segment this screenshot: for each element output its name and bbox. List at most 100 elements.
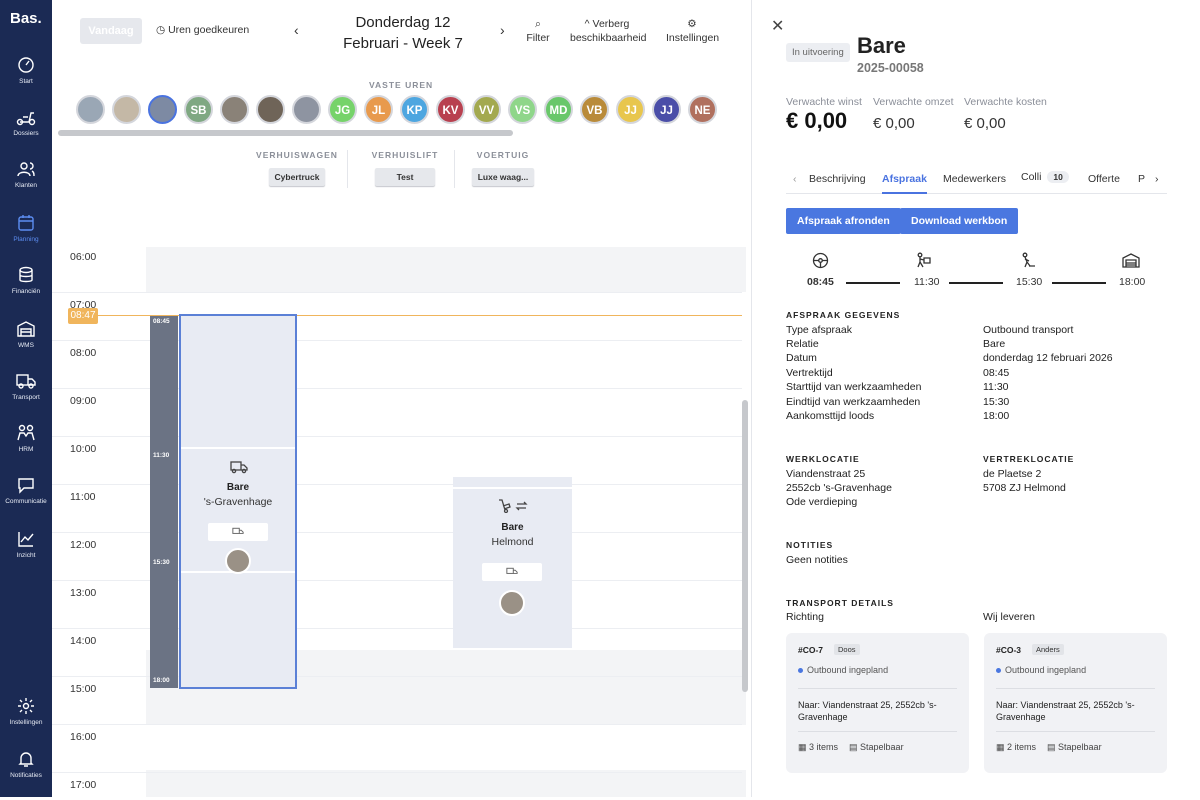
avatar[interactable] — [256, 95, 285, 124]
close-button[interactable]: ✕ — [771, 16, 784, 36]
sidebar-item-inzicht[interactable]: Inzicht — [0, 530, 52, 580]
colli-code: #CO-7 — [798, 645, 824, 655]
approve-hours-label: Uren goedkeuren — [168, 24, 250, 36]
steering-wheel-icon — [812, 252, 829, 274]
colli-status: Outbound ingepland — [798, 665, 888, 675]
tab-beschrijving[interactable]: Beschrijving — [809, 173, 866, 185]
vehicle-label: VOERTUIG — [476, 150, 530, 160]
avatar[interactable]: JJ — [616, 95, 645, 124]
sidebar-item-hrm[interactable]: HRM — [0, 424, 52, 474]
colli-items-label: 3 items — [809, 742, 839, 752]
address-line: de Plaetse 2 — [983, 468, 1042, 480]
download-workorder-button[interactable]: Download werkbon — [900, 208, 1019, 234]
divider — [347, 150, 348, 188]
today-button[interactable]: Vandaag — [80, 18, 142, 44]
sidebar-item-communicatie[interactable]: Communicatie — [0, 476, 52, 526]
tab-colli-label: Colli — [1021, 171, 1042, 183]
sidebar-item-label: Planning — [13, 236, 39, 243]
sidebar-item-transport[interactable]: Transport — [0, 372, 52, 422]
vertical-scrollbar[interactable] — [742, 400, 748, 692]
avatar[interactable]: VB — [580, 95, 609, 124]
current-time-badge: 08:47 — [68, 308, 98, 324]
vehicle-button[interactable]: Cybertruck — [268, 168, 326, 186]
avatar[interactable]: SB — [184, 95, 213, 124]
truck-icon — [16, 374, 36, 389]
appointment-card[interactable]: Bare 's-Gravenhage — [179, 314, 297, 689]
field-label: Datum — [786, 352, 817, 364]
colli-card[interactable]: #CO-3 Anders Outbound ingepland Naar: Vi… — [984, 633, 1167, 773]
appointment-card[interactable]: Bare Helmond — [453, 477, 572, 648]
tabs-scroll-right[interactable]: › — [1155, 173, 1159, 185]
colli-count-badge: 10 — [1047, 171, 1069, 183]
colli-status-label: Outbound ingepland — [807, 665, 889, 675]
tab-afspraak[interactable]: Afspraak — [882, 173, 927, 194]
appointment-time-bar: 08:45 11:30 15:30 18:00 — [150, 316, 178, 688]
tab-colli[interactable]: Colli 10 — [1021, 171, 1069, 183]
vehicle-button[interactable]: Luxe waag... — [471, 168, 535, 186]
tab-medewerkers[interactable]: Medewerkers — [943, 173, 1006, 185]
avatar[interactable] — [148, 95, 177, 124]
colli-destination: Naar: Viandenstraat 25, 2552cb 's-Graven… — [798, 700, 937, 722]
avatar[interactable] — [292, 95, 321, 124]
avatar[interactable]: JJ — [652, 95, 681, 124]
vehicle-button[interactable]: Test — [375, 168, 435, 186]
tabs-scroll-left[interactable]: ‹ — [793, 173, 797, 185]
avatar[interactable]: MD — [544, 95, 573, 124]
truck-icon — [230, 460, 248, 479]
app-logo[interactable]: Bas. — [10, 10, 42, 27]
sidebar-item-label: Start — [19, 78, 33, 85]
section-heading: VERTREKLOCATIE — [983, 454, 1075, 464]
avatar[interactable] — [220, 95, 249, 124]
avatar[interactable] — [499, 590, 525, 616]
next-day-button[interactable]: › — [500, 22, 505, 38]
coins-icon — [19, 266, 33, 283]
field-value: Wij leveren — [983, 611, 1035, 623]
field-value: 15:30 — [983, 396, 1010, 408]
field-value: Outbound transport — [983, 324, 1074, 336]
vehicle-chip[interactable] — [208, 523, 268, 541]
address-line: Viandenstraat 25 — [786, 468, 866, 480]
avatar[interactable]: KP — [400, 95, 429, 124]
avatar[interactable] — [225, 548, 251, 574]
sidebar-item-wms[interactable]: WMS — [0, 320, 52, 370]
sidebar-item-financien[interactable]: Financiën — [0, 266, 52, 316]
vehicle-chip[interactable] — [482, 563, 542, 581]
sidebar-item-dossiers[interactable]: Dossiers — [0, 108, 52, 158]
avatar[interactable]: JL — [364, 95, 393, 124]
sidebar-item-planning[interactable]: Planning — [0, 214, 52, 264]
avatar[interactable]: KV — [436, 95, 465, 124]
avatar[interactable]: VS — [508, 95, 537, 124]
sidebar-item-label: Transport — [12, 394, 40, 401]
sidebar-item-start[interactable]: Start — [0, 56, 52, 106]
tab-p[interactable]: P — [1138, 173, 1145, 185]
tab-offerte[interactable]: Offerte — [1088, 173, 1120, 185]
avatar[interactable]: JG — [328, 95, 357, 124]
avatar[interactable] — [76, 95, 105, 124]
hide-availability-button[interactable]: ^ Verberg beschikbaarheid — [570, 17, 646, 45]
colli-card[interactable]: #CO-7 Doos Outbound ingepland Naar: Vian… — [786, 633, 969, 773]
settings-button[interactable]: ⚙ Instellingen — [666, 17, 719, 45]
notes-text: Geen notities — [786, 554, 848, 566]
filter-button[interactable]: ⌕ Filter — [526, 17, 550, 45]
sidebar-item-klanten[interactable]: Klanten — [0, 160, 52, 210]
metric-label: Verwachte kosten — [964, 96, 1047, 108]
avatar[interactable]: NE — [688, 95, 717, 124]
sidebar-item-notificaties[interactable]: Notificaties — [0, 750, 52, 800]
metric-value: € 0,00 — [873, 115, 915, 132]
colli-type-badge: Anders — [1032, 644, 1064, 655]
avatar[interactable] — [112, 95, 141, 124]
warehouse-icon — [1122, 252, 1140, 274]
time-label: 13:00 — [70, 587, 97, 599]
chevron-right-icon: › — [1155, 173, 1159, 185]
horizontal-scrollbar[interactable] — [58, 130, 513, 136]
prev-day-button[interactable]: ‹ — [294, 22, 299, 38]
time-label: 09:00 — [70, 395, 97, 407]
finish-appointment-button[interactable]: Afspraak afronden — [786, 208, 901, 234]
approve-hours-button[interactable]: ◷ Uren goedkeuren — [156, 24, 249, 36]
colli-code: #CO-3 — [996, 645, 1022, 655]
sidebar-item-label: Instellingen — [9, 719, 43, 726]
sidebar-item-instellingen[interactable]: Instellingen — [0, 697, 52, 747]
bell-icon — [18, 752, 34, 767]
field-value: 11:30 — [983, 381, 1009, 393]
avatar[interactable]: VV — [472, 95, 501, 124]
